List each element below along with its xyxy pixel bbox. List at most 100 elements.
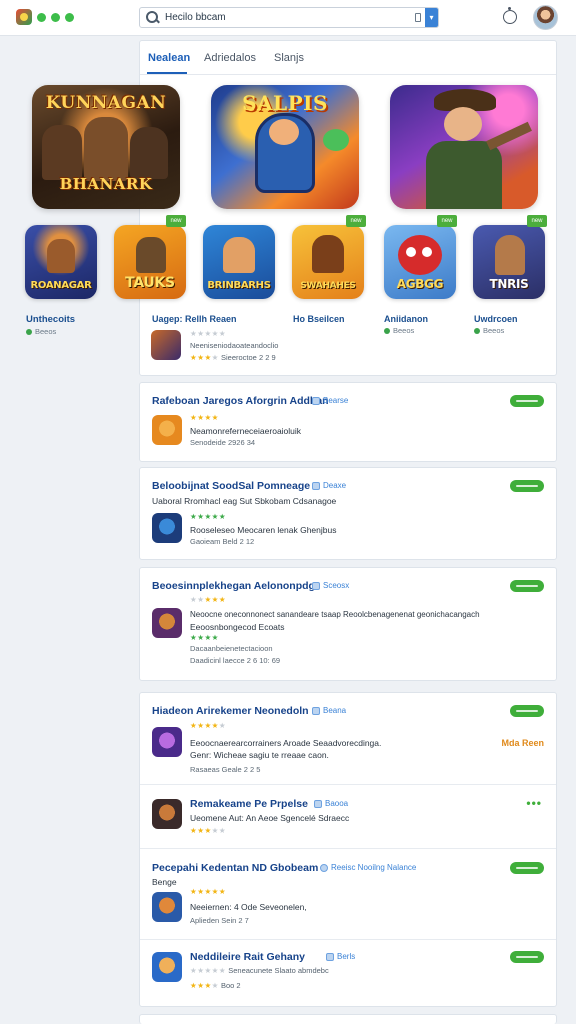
tag-icon bbox=[312, 581, 320, 590]
tile-sub: Beeos bbox=[474, 326, 504, 335]
tile-sub-text: Beeos bbox=[393, 326, 415, 335]
card-title[interactable]: Beloobijnat SoodSal Pomneage bbox=[152, 480, 310, 492]
app-thumbnail[interactable] bbox=[152, 892, 182, 922]
card-meta: Senodeide 2926 34 bbox=[190, 438, 256, 447]
status-pill bbox=[510, 480, 544, 492]
app-thumbnail[interactable] bbox=[152, 608, 182, 638]
game-tile[interactable]: TNRIS bbox=[473, 225, 545, 299]
card-line: Neoocne oneconnonect sanandeare tsaap Re… bbox=[190, 610, 480, 619]
status-dot-icon bbox=[37, 12, 46, 22]
left-sub: Beeos bbox=[26, 327, 56, 336]
card-title[interactable]: Neddileire Rait Gehany bbox=[190, 951, 305, 963]
card-line: Neeiernen: 4 Ode Seveonelen, bbox=[190, 902, 307, 912]
app-thumbnail[interactable] bbox=[151, 330, 181, 360]
card-line: Ueomene Aut: An Aeoe Sgencelé Sdraecc bbox=[190, 813, 350, 823]
card-title[interactable]: Rafeboan Jaregos Aforgrin Addhan bbox=[152, 395, 329, 407]
app-thumbnail[interactable] bbox=[152, 415, 182, 445]
hero-banner[interactable]: KUNNAGAN BHANARK bbox=[32, 85, 180, 209]
tag-icon bbox=[326, 952, 334, 961]
active-tab-indicator bbox=[147, 72, 187, 74]
card-tag-text: Sceosx bbox=[323, 581, 350, 590]
card-tag: Berls bbox=[326, 952, 355, 961]
hero-banner[interactable]: SALPIS bbox=[211, 85, 359, 209]
hero-subtitle: BHANARK bbox=[59, 175, 153, 193]
divider bbox=[140, 784, 556, 785]
divider bbox=[140, 939, 556, 940]
tile-title: AGBGG bbox=[396, 277, 444, 291]
card-title[interactable]: Pecepahi Kedentan ND Gbobeam bbox=[152, 862, 318, 874]
tile-name[interactable]: Uagep: Rellh Reaen bbox=[152, 314, 237, 324]
tile-title: TAUKS bbox=[125, 275, 175, 291]
search-icon bbox=[145, 10, 161, 26]
filter-icon[interactable] bbox=[415, 13, 421, 22]
new-badge: new bbox=[527, 215, 547, 227]
card-title[interactable]: Beoesinnplekhegan Aelononpdg bbox=[152, 580, 315, 592]
new-badge: new bbox=[166, 215, 186, 227]
list-card[interactable]: Beloobijnat SoodSal Pomneage Deaxe Uabor… bbox=[139, 467, 557, 560]
card-meta: Boo 2 bbox=[221, 981, 241, 990]
game-tile[interactable]: AGBGG bbox=[384, 225, 456, 299]
search-dropdown-button[interactable]: ▾ bbox=[425, 8, 438, 27]
brand[interactable] bbox=[16, 9, 74, 25]
card-tag: Bearse bbox=[312, 396, 348, 405]
card-meta: Rasaeas Geale 2 2 5 bbox=[190, 765, 261, 774]
avatar[interactable] bbox=[533, 5, 558, 30]
hero-title: SALPIS bbox=[242, 91, 328, 115]
search-input[interactable] bbox=[165, 12, 415, 23]
app-thumbnail[interactable] bbox=[152, 513, 182, 543]
card-tag-text: Deaxe bbox=[323, 481, 347, 490]
tile-name[interactable]: Aniidanon bbox=[384, 314, 428, 324]
card-tag-text: Baooa bbox=[325, 799, 349, 808]
card-title[interactable]: Hiadeon Arirekemer Neonedoln bbox=[152, 705, 309, 717]
app-thumbnail[interactable] bbox=[152, 799, 182, 829]
divider bbox=[140, 848, 556, 849]
tag-icon bbox=[320, 863, 328, 872]
card-tag-text: Bearse bbox=[323, 396, 349, 405]
game-tile[interactable]: BRINBARHS bbox=[203, 225, 275, 299]
game-tile[interactable]: SWAHAHES bbox=[292, 225, 364, 299]
list-card[interactable] bbox=[139, 1014, 557, 1024]
card-meta: Daadicinl laecce 2 6 10: 69 bbox=[190, 656, 281, 665]
tab-slanjs[interactable]: Slanjs bbox=[274, 52, 304, 64]
tile-title: ROANAGAR bbox=[30, 280, 92, 291]
card-tag-text: Berls bbox=[337, 952, 356, 961]
new-badge: new bbox=[346, 215, 366, 227]
tile-sub-text: Beeos bbox=[483, 326, 505, 335]
card-meta: Dacaanbeienetectacioon bbox=[190, 644, 273, 653]
list-card[interactable]: Beoesinnplekhegan Aelononpdg Sceosx ★★★★… bbox=[139, 567, 557, 681]
status-pill bbox=[510, 862, 544, 874]
rating-row: ★★★★★ bbox=[190, 887, 227, 896]
hero-banner[interactable] bbox=[390, 85, 538, 209]
game-tile[interactable]: TAUKS bbox=[114, 225, 186, 299]
tile-name[interactable]: Ho Bseilcen bbox=[293, 314, 345, 324]
notification-icon[interactable] bbox=[503, 7, 517, 24]
rating-row: ★★★★★ bbox=[190, 512, 227, 521]
card-tag: Beana bbox=[312, 706, 346, 715]
top-bar: ▾ bbox=[0, 0, 576, 36]
meta-text: Sieeroctoe 2 2 9 bbox=[221, 353, 276, 362]
app-thumbnail[interactable] bbox=[152, 727, 182, 757]
game-tile[interactable]: ROANAGAR bbox=[25, 225, 97, 299]
app-thumbnail[interactable] bbox=[152, 952, 182, 982]
tag-icon bbox=[314, 799, 322, 808]
status-dot-icon bbox=[474, 327, 480, 334]
tab-nealean[interactable]: Nealean bbox=[148, 52, 190, 64]
left-sub-text: Beeos bbox=[35, 327, 57, 336]
card-line: Genr: Wicheae sagiu te rreaae caon. bbox=[190, 750, 329, 760]
tab-adriedalos[interactable]: Adriedalos bbox=[204, 52, 256, 64]
search-bar[interactable]: ▾ bbox=[139, 7, 439, 28]
tile-name[interactable]: Uwdrcoen bbox=[474, 314, 518, 324]
tile-title: BRINBARHS bbox=[207, 280, 271, 291]
more-icon[interactable]: ••• bbox=[526, 796, 542, 810]
status-pill bbox=[510, 951, 544, 963]
list-card[interactable]: Rafeboan Jaregos Aforgrin Addhan Bearse … bbox=[139, 382, 557, 462]
card-line: Seneacunete Slaato abmdebc bbox=[228, 966, 329, 975]
list-card-group: Hiadeon Arirekemer Neonedoln Beana ★★★★★… bbox=[139, 692, 557, 1007]
card-tag: Sceosx bbox=[312, 581, 349, 590]
hero-title: KUNNAGAN bbox=[45, 93, 167, 113]
rating-row: ★★★★★ bbox=[190, 721, 227, 730]
status-dot-icon bbox=[26, 328, 32, 335]
left-title[interactable]: Unthecoits bbox=[26, 314, 75, 325]
status-pill bbox=[510, 395, 544, 407]
card-title[interactable]: Remakeame Pe Prpelse bbox=[190, 798, 308, 810]
